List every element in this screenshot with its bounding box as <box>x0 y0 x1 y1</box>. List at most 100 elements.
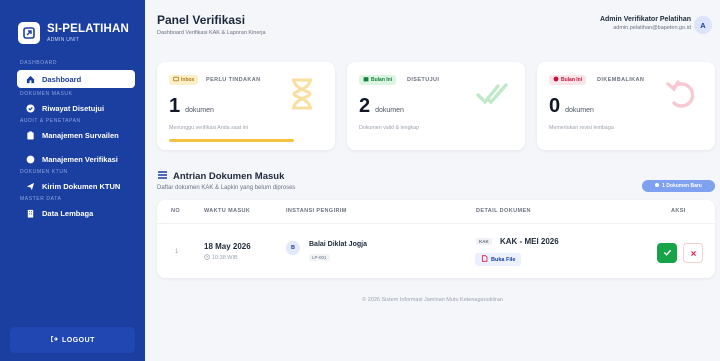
divider <box>157 223 715 224</box>
pdf-icon <box>481 255 488 264</box>
calendar-icon <box>363 76 369 84</box>
clock-icon <box>204 254 210 262</box>
row-number: 1 <box>175 249 179 255</box>
row-time: 10:38 WIB <box>204 254 238 262</box>
section-ktun: DOKUMEN KTUN <box>20 169 68 175</box>
card-title: DIKEMBALIKAN <box>597 77 645 83</box>
undo-icon <box>666 80 695 108</box>
send-icon <box>26 182 35 191</box>
brand-sub: ADMIN UNIT <box>47 36 80 43</box>
column-header-no: NO <box>171 208 181 214</box>
badge-label: 1 Dokumen Baru <box>662 183 702 189</box>
logout-label: LOGOUT <box>62 336 95 344</box>
check-circle-icon <box>26 103 35 113</box>
sidebar-item-data-lembaga[interactable]: Data Lembaga <box>0 204 145 222</box>
sidebar-item-label: Manajemen Verifikasi <box>42 154 118 164</box>
card-title: DISETUJUI <box>407 77 440 83</box>
sidebar-item-label: Data Lembaga <box>42 208 94 218</box>
sidebar-item-verifikasi[interactable]: Manajemen Verifikasi <box>0 150 145 168</box>
close-icon <box>690 244 697 262</box>
institution-code: LP-001 <box>309 254 330 261</box>
count-unit: dokumen <box>565 107 594 114</box>
sidebar-item-dashboard[interactable]: Dashboard <box>17 70 135 88</box>
card-title: PERLU TINDAKAN <box>206 77 261 83</box>
list-icon <box>157 167 168 185</box>
count: 1 dokumen <box>169 95 214 118</box>
check-badge-icon <box>26 155 35 164</box>
reject-button[interactable] <box>683 243 703 263</box>
queue-header: Antrian Dokumen Masuk <box>157 167 284 185</box>
logout-button[interactable]: LOGOUT <box>10 327 135 353</box>
stat-card-approved: Bulan Ini DISETUJUI 2 dokumen Dokumen va… <box>347 62 525 150</box>
inbox-icon <box>173 76 179 84</box>
badge-label: Inbox <box>181 77 195 83</box>
institution-avatar: B <box>286 241 300 255</box>
new-documents-badge: 1 Dokumen Baru <box>642 180 715 192</box>
count-unit: dokumen <box>375 107 404 114</box>
count: 2 dokumen <box>359 95 404 118</box>
count-number: 2 <box>359 95 371 117</box>
avatar[interactable]: A <box>694 16 712 34</box>
building-icon <box>26 209 35 218</box>
queue-subtitle: Daftar dokumen KAK & Lapkin yang belum d… <box>157 185 296 191</box>
brand[interactable]: SI-PELATIHAN ADMIN UNIT <box>0 0 145 52</box>
count-number: 1 <box>169 95 181 117</box>
document-type-tag: KAK <box>476 238 492 245</box>
queue-table: NO WAKTU MASUK INSTANSI PENGIRIM DETAIL … <box>157 200 715 278</box>
brand-name: SI-PELATIHAN <box>47 22 130 35</box>
progress-bar <box>169 139 294 142</box>
row-date: 18 May 2026 <box>204 242 251 251</box>
column-header-waktu: WAKTU MASUK <box>204 208 251 214</box>
inbox-badge: Inbox <box>169 75 199 85</box>
home-icon <box>26 75 35 84</box>
sidebar: SI-PELATIHAN ADMIN UNIT DASHBOARD Dashbo… <box>0 0 145 361</box>
section-dokumen-masuk: DOKUMEN MASUK <box>20 91 73 97</box>
double-check-icon <box>476 83 508 105</box>
column-header-instansi: INSTANSI PENGIRIM <box>286 208 347 214</box>
open-file-label: Buka File <box>491 256 516 263</box>
section-master-data: MASTER DATA <box>20 196 62 202</box>
dot-icon <box>655 183 660 189</box>
check-icon <box>663 244 672 262</box>
footer: © 2026 Sistem Informasi Jaminan Mutu Ket… <box>362 297 503 303</box>
section-audit: AUDIT & PENETAPAN <box>20 118 81 124</box>
sidebar-item-label: Kirim Dokumen KTUN <box>42 181 121 191</box>
stat-card-returned: Bulan Ini DIKEMBALIKAN 0 dokumen Memerlu… <box>537 62 715 150</box>
top-header: Panel Verifikasi Dashboard Verifikasi KA… <box>145 0 720 47</box>
approve-button[interactable] <box>657 243 677 263</box>
card-desc: Dokumen valid & lengkap <box>359 125 420 131</box>
sidebar-item-label: Dashboard <box>42 74 82 84</box>
dot-icon <box>553 76 559 84</box>
sidebar-item-label: Manajemen Survailen <box>42 130 119 140</box>
sidebar-item-riwayat[interactable]: Riwayat Disetujui <box>0 99 145 117</box>
badge-label: Bulan Ini <box>561 77 583 83</box>
page-subtitle: Dashboard Verifikasi KAK & Laporan Kiner… <box>157 30 266 36</box>
column-header-aksi: AKSI <box>671 208 686 214</box>
logout-icon <box>50 335 58 345</box>
sidebar-item-label: Riwayat Disetujui <box>42 103 105 113</box>
user-email: admin.pelatihan@bapeten.go.id <box>613 25 691 31</box>
section-dashboard: DASHBOARD <box>20 60 58 66</box>
month-badge: Bulan Ini <box>359 75 397 85</box>
hourglass-icon <box>292 78 312 110</box>
month-badge: Bulan Ini <box>549 75 587 85</box>
count-number: 0 <box>549 95 561 117</box>
queue-title: Antrian Dokumen Masuk <box>173 170 285 182</box>
institution-name: Balai Diklat Jogja <box>309 241 367 248</box>
page-title: Panel Verifikasi <box>157 13 246 27</box>
user-info[interactable]: Admin Verifikator Pelatihan admin.pelati… <box>600 16 691 31</box>
open-file-button[interactable]: Buka File <box>475 253 522 266</box>
sidebar-item-kirim-ktun[interactable]: Kirim Dokumen KTUN <box>0 177 145 195</box>
document-title: KAK - MEI 2026 <box>500 237 559 246</box>
card-desc: Menunggu verifikasi Anda saat ini <box>169 125 248 131</box>
user-name: Admin Verifikator Pelatihan <box>599 16 691 23</box>
count-unit: dokumen <box>185 107 214 114</box>
stat-card-pending: Inbox PERLU TINDAKAN 1 dokumen Menunggu … <box>157 62 335 150</box>
time-text: 10:38 WIB <box>212 255 238 261</box>
card-desc: Memerlukan revisi lembaga <box>549 125 614 131</box>
sidebar-item-survailen[interactable]: Manajemen Survailen <box>0 126 145 144</box>
column-header-detail: DETAIL DOKUMEN <box>476 208 531 214</box>
clipboard-icon <box>26 130 35 140</box>
badge-label: Bulan Ini <box>371 77 393 83</box>
brand-logo-icon <box>18 21 40 44</box>
